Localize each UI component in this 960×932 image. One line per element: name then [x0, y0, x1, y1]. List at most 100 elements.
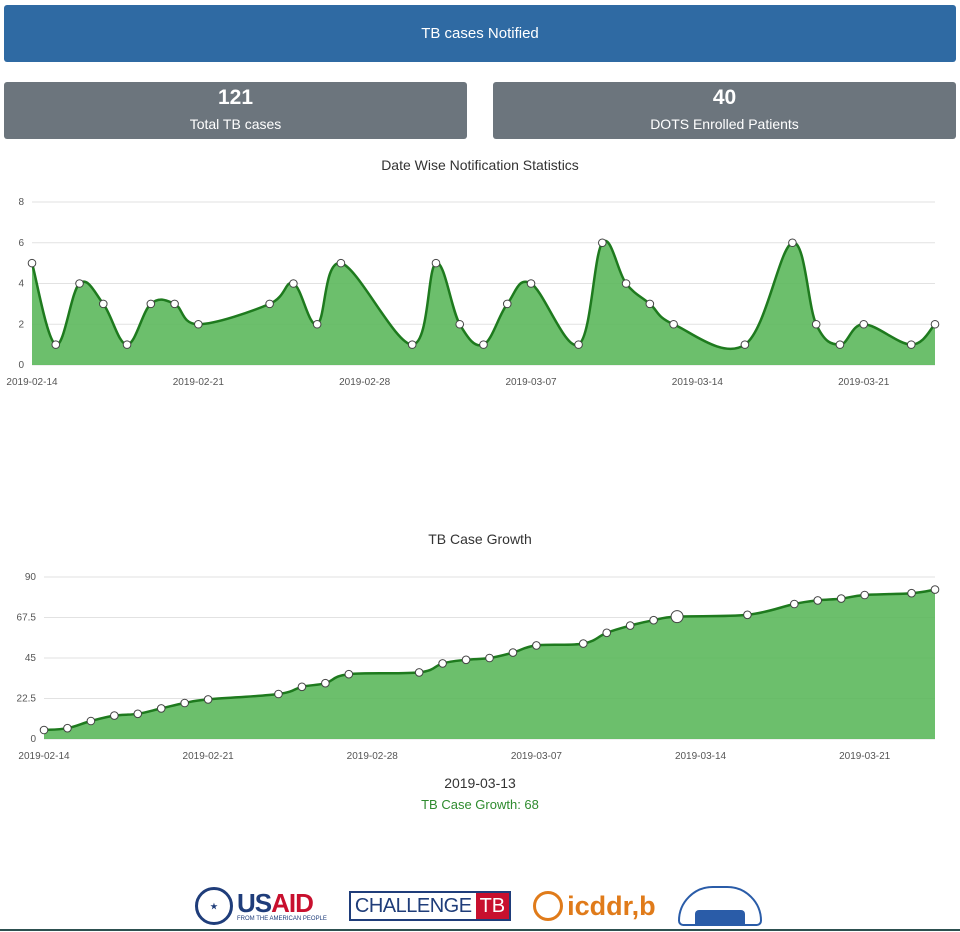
data-point — [274, 689, 283, 699]
data-point — [312, 319, 322, 329]
data-point — [625, 621, 635, 630]
data-point — [110, 711, 119, 720]
data-point — [63, 723, 72, 733]
usaid-logo: ★ USAID FROM THE AMERICAN PEOPLE — [195, 887, 327, 925]
data-point — [836, 594, 846, 603]
data-point — [321, 678, 330, 688]
x-tick-label: 2019-03-07 — [505, 377, 557, 388]
data-point — [461, 655, 471, 665]
data-point — [860, 590, 869, 600]
data-point — [265, 299, 274, 309]
y-tick-label: 22.5 — [17, 694, 37, 705]
data-point — [790, 599, 799, 609]
chart1-title: Date Wise Notification Statistics — [381, 157, 579, 173]
data-point — [813, 596, 823, 605]
footer-logos: ★ USAID FROM THE AMERICAN PEOPLE CHALLEN… — [195, 882, 762, 930]
data-point — [455, 319, 465, 329]
stat-label: DOTS Enrolled Patients — [650, 116, 799, 132]
x-tick-label: 2019-02-28 — [339, 377, 391, 388]
data-point — [669, 319, 678, 329]
data-point — [649, 615, 658, 625]
x-tick-label: 2019-03-21 — [838, 377, 890, 388]
data-point — [51, 340, 61, 349]
data-point — [502, 299, 512, 309]
y-tick-label: 8 — [18, 197, 24, 208]
tb-case-growth-chart: 0 22.5 45 67.5 90 2019-02-14 2019-02-21 2019-02… — [17, 572, 940, 762]
data-point — [203, 695, 213, 704]
data-point — [906, 340, 916, 349]
data-point — [930, 585, 940, 594]
data-point — [578, 639, 588, 648]
data-point — [598, 238, 607, 248]
y-tick-label: 4 — [18, 279, 24, 290]
page-title: TB cases Notified — [421, 25, 539, 42]
y-tick-label: 0 — [30, 734, 36, 745]
dots-enrolled-card: 40 DOTS Enrolled Patients — [493, 82, 956, 139]
data-point — [414, 668, 424, 677]
data-point — [532, 641, 541, 650]
x-tick-label: 2019-02-14 — [18, 751, 70, 762]
data-point — [602, 628, 612, 638]
data-point — [670, 610, 684, 624]
data-point — [156, 704, 166, 713]
data-point — [170, 299, 179, 309]
data-point — [743, 610, 752, 620]
data-point — [336, 258, 346, 268]
data-point — [479, 340, 488, 349]
data-point — [344, 669, 354, 679]
data-point — [133, 709, 143, 719]
data-point — [27, 258, 37, 268]
y-tick-label: 0 — [18, 360, 24, 371]
tooltip-date: 2019-03-13 — [444, 775, 516, 791]
data-point — [289, 279, 298, 288]
data-point — [146, 299, 156, 309]
x-tick-label: 2019-03-21 — [839, 751, 891, 762]
data-point — [621, 279, 631, 288]
data-point — [485, 653, 494, 663]
total-tb-cases-card: 121 Total TB cases — [4, 82, 467, 139]
data-point — [194, 319, 203, 329]
challenge-tb-logo: CHALLENGE TB — [348, 891, 512, 921]
bangladesh-govt-logo — [677, 886, 762, 926]
y-tick-label: 6 — [18, 238, 24, 249]
y-tick-label: 90 — [25, 572, 37, 583]
data-point — [122, 340, 132, 349]
data-point — [180, 698, 189, 708]
chart2-title: TB Case Growth — [428, 531, 532, 547]
x-tick-label: 2019-03-14 — [672, 377, 724, 388]
data-point — [508, 648, 518, 657]
data-point — [907, 588, 916, 598]
footer-divider — [0, 929, 960, 931]
data-point — [297, 682, 307, 692]
y-tick-label: 67.5 — [17, 613, 37, 624]
data-point — [835, 340, 845, 349]
series-area — [44, 589, 935, 739]
data-point — [859, 319, 869, 329]
x-tick-label: 2019-03-14 — [675, 751, 727, 762]
data-point — [526, 279, 536, 288]
data-point — [39, 725, 49, 735]
x-tick-label: 2019-02-21 — [183, 751, 235, 762]
data-point — [930, 319, 940, 329]
data-point — [740, 340, 750, 349]
tooltip-value: TB Case Growth: 68 — [421, 797, 539, 812]
x-tick-label: 2019-02-14 — [6, 377, 58, 388]
page-header: TB cases Notified — [4, 5, 956, 62]
data-point — [86, 716, 96, 726]
data-point — [98, 299, 108, 309]
data-point — [645, 299, 655, 309]
y-tick-label: 2 — [18, 319, 24, 330]
x-tick-label: 2019-02-28 — [347, 751, 399, 762]
icddrb-logo: icddr,b — [533, 891, 656, 922]
usaid-seal-icon: ★ — [195, 887, 233, 925]
y-tick-label: 45 — [25, 653, 37, 664]
stat-value: 40 — [712, 86, 737, 109]
data-point — [407, 340, 417, 349]
data-point — [574, 340, 583, 349]
icddrb-mark-icon — [533, 891, 564, 921]
data-point — [75, 279, 84, 288]
data-point — [438, 659, 447, 668]
date-wise-notification-chart: 0 2 4 6 8 2019-02-14 2019-02-21 2019-02-28 2019-… — [6, 197, 940, 388]
x-tick-label: 2019-03-07 — [511, 751, 563, 762]
x-tick-label: 2019-02-21 — [173, 377, 225, 388]
